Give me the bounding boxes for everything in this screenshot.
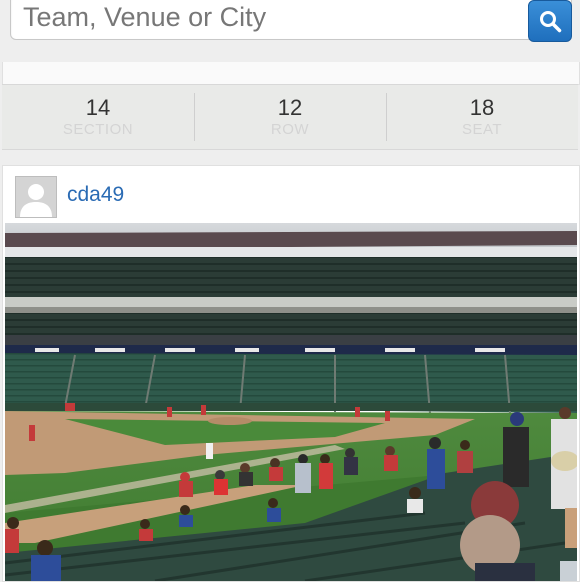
card-strip	[2, 62, 580, 85]
section-value: 14	[85, 95, 111, 120]
row-label: ROW	[270, 121, 310, 138]
section-label: SECTION	[62, 121, 134, 138]
avatar[interactable]	[15, 176, 57, 218]
default-avatar-icon	[16, 177, 56, 217]
seat-info-bar: 14 SECTION 12 ROW 18 SEAT	[2, 84, 578, 150]
row-cell: 12 ROW	[194, 85, 386, 149]
search-icon	[540, 11, 562, 33]
search-button[interactable]	[528, 0, 572, 42]
search-input[interactable]	[10, 0, 572, 40]
row-value: 12	[277, 95, 303, 120]
seat-value: 18	[469, 95, 495, 120]
username-link[interactable]: cda49	[67, 183, 124, 207]
search-bar	[10, 0, 574, 44]
seat-label: SEAT	[461, 121, 503, 138]
seat-cell: 18 SEAT	[386, 85, 578, 149]
post-card: cda49	[2, 165, 580, 582]
stadium-photo[interactable]	[5, 223, 577, 581]
section-cell: 14 SECTION	[2, 85, 194, 149]
